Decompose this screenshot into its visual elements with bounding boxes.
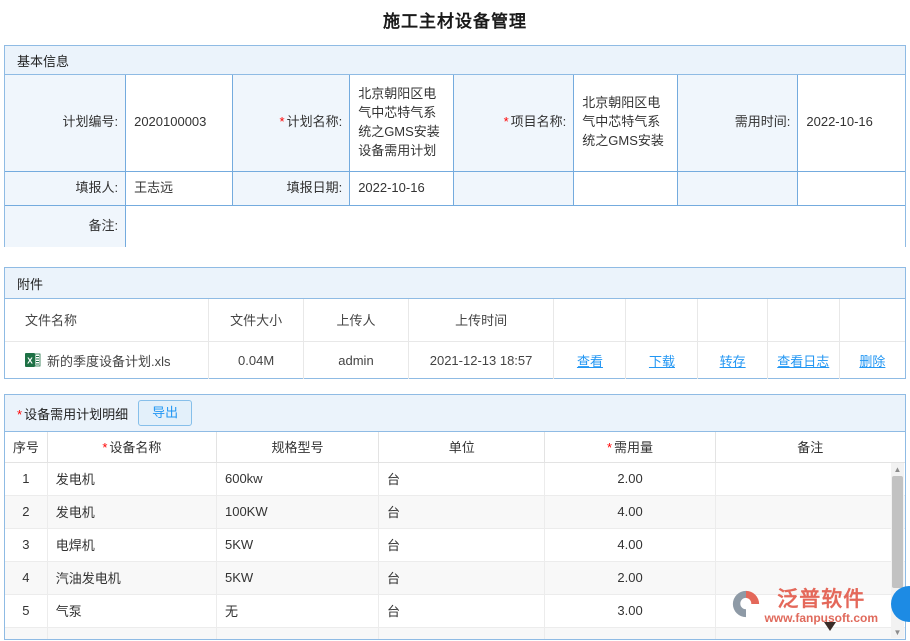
empty-value-cell [798,171,905,205]
basic-info-header: 基本信息 [5,46,905,75]
scroll-down-icon[interactable]: ▼ [891,626,904,638]
file-name: 新的季度设备计划.xls [47,351,171,370]
transfer-link[interactable]: 转存 [720,354,746,369]
col-action [767,299,839,341]
required-asterisk: * [17,407,22,422]
col-action [839,299,905,341]
attachments-section: 附件 文件名称 文件大小 上传人 上传时间 [4,267,906,379]
table-row: 2 发电机 100KW 台 4.00 [5,495,905,528]
file-size: 0.04M [208,341,303,379]
download-link[interactable]: 下载 [649,354,675,369]
empty-label-cell [677,171,798,205]
view-link[interactable]: 查看 [577,354,603,369]
col-upload-time: 上传时间 [408,299,554,341]
detail-title: *设备需用计划明细 [17,404,128,423]
col-file-size: 文件大小 [208,299,303,341]
col-device-name: *设备名称 [47,432,216,462]
required-asterisk: * [102,440,107,455]
cursor-arrow-icon [824,622,836,631]
view-log-link[interactable]: 查看日志 [777,354,829,369]
page-title: 施工主材设备管理 [0,0,910,32]
basic-info-table: 计划编号: 2020100003 *计划名称: 北京朝阳区电气中芯特气系统之GM… [5,75,905,247]
col-action [626,299,698,341]
delete-link[interactable]: 删除 [859,354,885,369]
detail-header: *设备需用计划明细 导出 [5,395,905,432]
col-remark: 备注 [715,432,905,462]
table-row: 4 汽油发电机 5KW 台 2.00 [5,561,905,594]
col-uploader: 上传人 [304,299,408,341]
excel-file-icon: X [25,352,41,368]
file-name-cell: X 新的季度设备计划.xls [5,341,208,379]
detail-table: 序号 *设备名称 规格型号 单位 *需用量 备注 1 发电机 600kw 台 2… [5,432,905,640]
table-row: 5 气泵 无 台 3.00 [5,594,905,627]
required-asterisk: * [280,114,285,129]
empty-value-cell [574,171,678,205]
col-qty: *需用量 [545,432,715,462]
fill-date-value: 2022-10-16 [350,171,454,205]
scrollbar-thumb[interactable] [892,476,903,588]
col-action [698,299,767,341]
project-name-label: *项目名称: [453,75,574,171]
plan-name-value: 北京朝阳区电气中芯特气系统之GMS安装设备需用计划 [350,75,454,171]
attachments-header: 附件 [5,268,905,299]
table-row: 1 发电机 600kw 台 2.00 [5,462,905,495]
remark-value [126,205,905,247]
basic-info-title: 基本信息 [17,51,69,70]
attachment-row: X 新的季度设备计划.xls 0.04M admin 2021-12-13 18… [5,341,905,379]
filler-value: 王志远 [126,171,233,205]
remark-label: 备注: [5,205,126,247]
col-seq: 序号 [5,432,47,462]
required-asterisk: * [607,440,612,455]
empty-label-cell [453,171,574,205]
plan-no-value: 2020100003 [126,75,233,171]
fill-date-label: 填报日期: [233,171,350,205]
page: 施工主材设备管理 基本信息 计划编号: 2020100003 *计划名称: 北京… [0,0,910,641]
table-row: 6 [5,627,905,640]
export-button[interactable]: 导出 [138,400,192,426]
col-file-name: 文件名称 [5,299,208,341]
col-action [554,299,626,341]
svg-text:X: X [27,356,33,366]
scroll-up-icon[interactable]: ▲ [891,463,904,475]
required-asterisk: * [504,114,509,129]
project-name-value: 北京朝阳区电气中芯特气系统之GMS安装 [574,75,678,171]
plan-name-label: *计划名称: [233,75,350,171]
col-model: 规格型号 [216,432,378,462]
detail-section: *设备需用计划明细 导出 序号 *设备名称 规格型号 单位 *需用量 备注 1 … [4,394,906,640]
attachments-title: 附件 [17,274,43,293]
basic-info-section: 基本信息 计划编号: 2020100003 *计划名称: 北京朝阳区电气中芯特气… [4,45,906,247]
file-upload-time: 2021-12-13 18:57 [408,341,554,379]
col-unit: 单位 [378,432,545,462]
filler-label: 填报人: [5,171,126,205]
need-time-label: 需用时间: [677,75,798,171]
attachments-table: 文件名称 文件大小 上传人 上传时间 [5,299,905,379]
plan-no-label: 计划编号: [5,75,126,171]
need-time-value: 2022-10-16 [798,75,905,171]
file-uploader: admin [304,341,408,379]
table-row: 3 电焊机 5KW 台 4.00 [5,528,905,561]
